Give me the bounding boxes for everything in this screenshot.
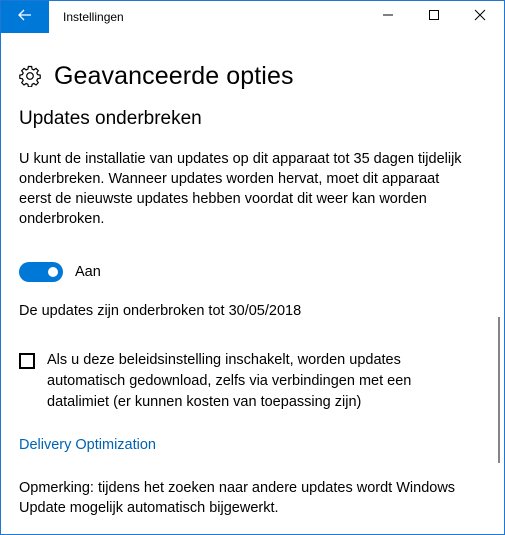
close-button[interactable] bbox=[457, 1, 503, 33]
section-description: U kunt de installatie van updates op dit… bbox=[19, 151, 462, 227]
minimize-icon bbox=[382, 8, 394, 26]
maximize-button[interactable] bbox=[411, 1, 457, 33]
delivery-optimization-link[interactable]: Delivery Optimization bbox=[19, 437, 156, 453]
page-title: Geavanceerde opties bbox=[54, 61, 294, 90]
close-icon bbox=[474, 8, 486, 26]
page-header: Geavanceerde opties bbox=[19, 60, 294, 92]
maximize-icon bbox=[428, 8, 440, 26]
metered-download-checkbox[interactable] bbox=[19, 353, 35, 369]
pause-toggle-row: Aan bbox=[19, 262, 101, 282]
minimize-button[interactable] bbox=[365, 1, 411, 33]
back-button[interactable] bbox=[1, 1, 49, 33]
toggle-label: Aan bbox=[75, 264, 101, 280]
paused-until-text: De updates zijn onderbroken tot 30/05/20… bbox=[19, 303, 302, 319]
title-bar: Instellingen bbox=[1, 1, 504, 33]
toggle-knob bbox=[48, 267, 58, 277]
metered-download-label: Als u deze beleidsinstelling inschakelt,… bbox=[47, 352, 412, 410]
scrollbar[interactable] bbox=[498, 317, 500, 463]
gear-icon bbox=[19, 65, 41, 87]
pause-updates-toggle[interactable] bbox=[19, 262, 63, 282]
arrow-left-icon bbox=[18, 8, 32, 26]
settings-window: Instellingen Geavanceerde opties Updates… bbox=[0, 0, 505, 535]
section-title: Updates onderbreken bbox=[19, 108, 202, 129]
metered-option-row: Als u deze beleidsinstelling inschakelt,… bbox=[19, 350, 449, 413]
window-title: Instellingen bbox=[63, 10, 124, 24]
update-note: Opmerking: tijdens het zoeken naar ander… bbox=[19, 480, 456, 516]
